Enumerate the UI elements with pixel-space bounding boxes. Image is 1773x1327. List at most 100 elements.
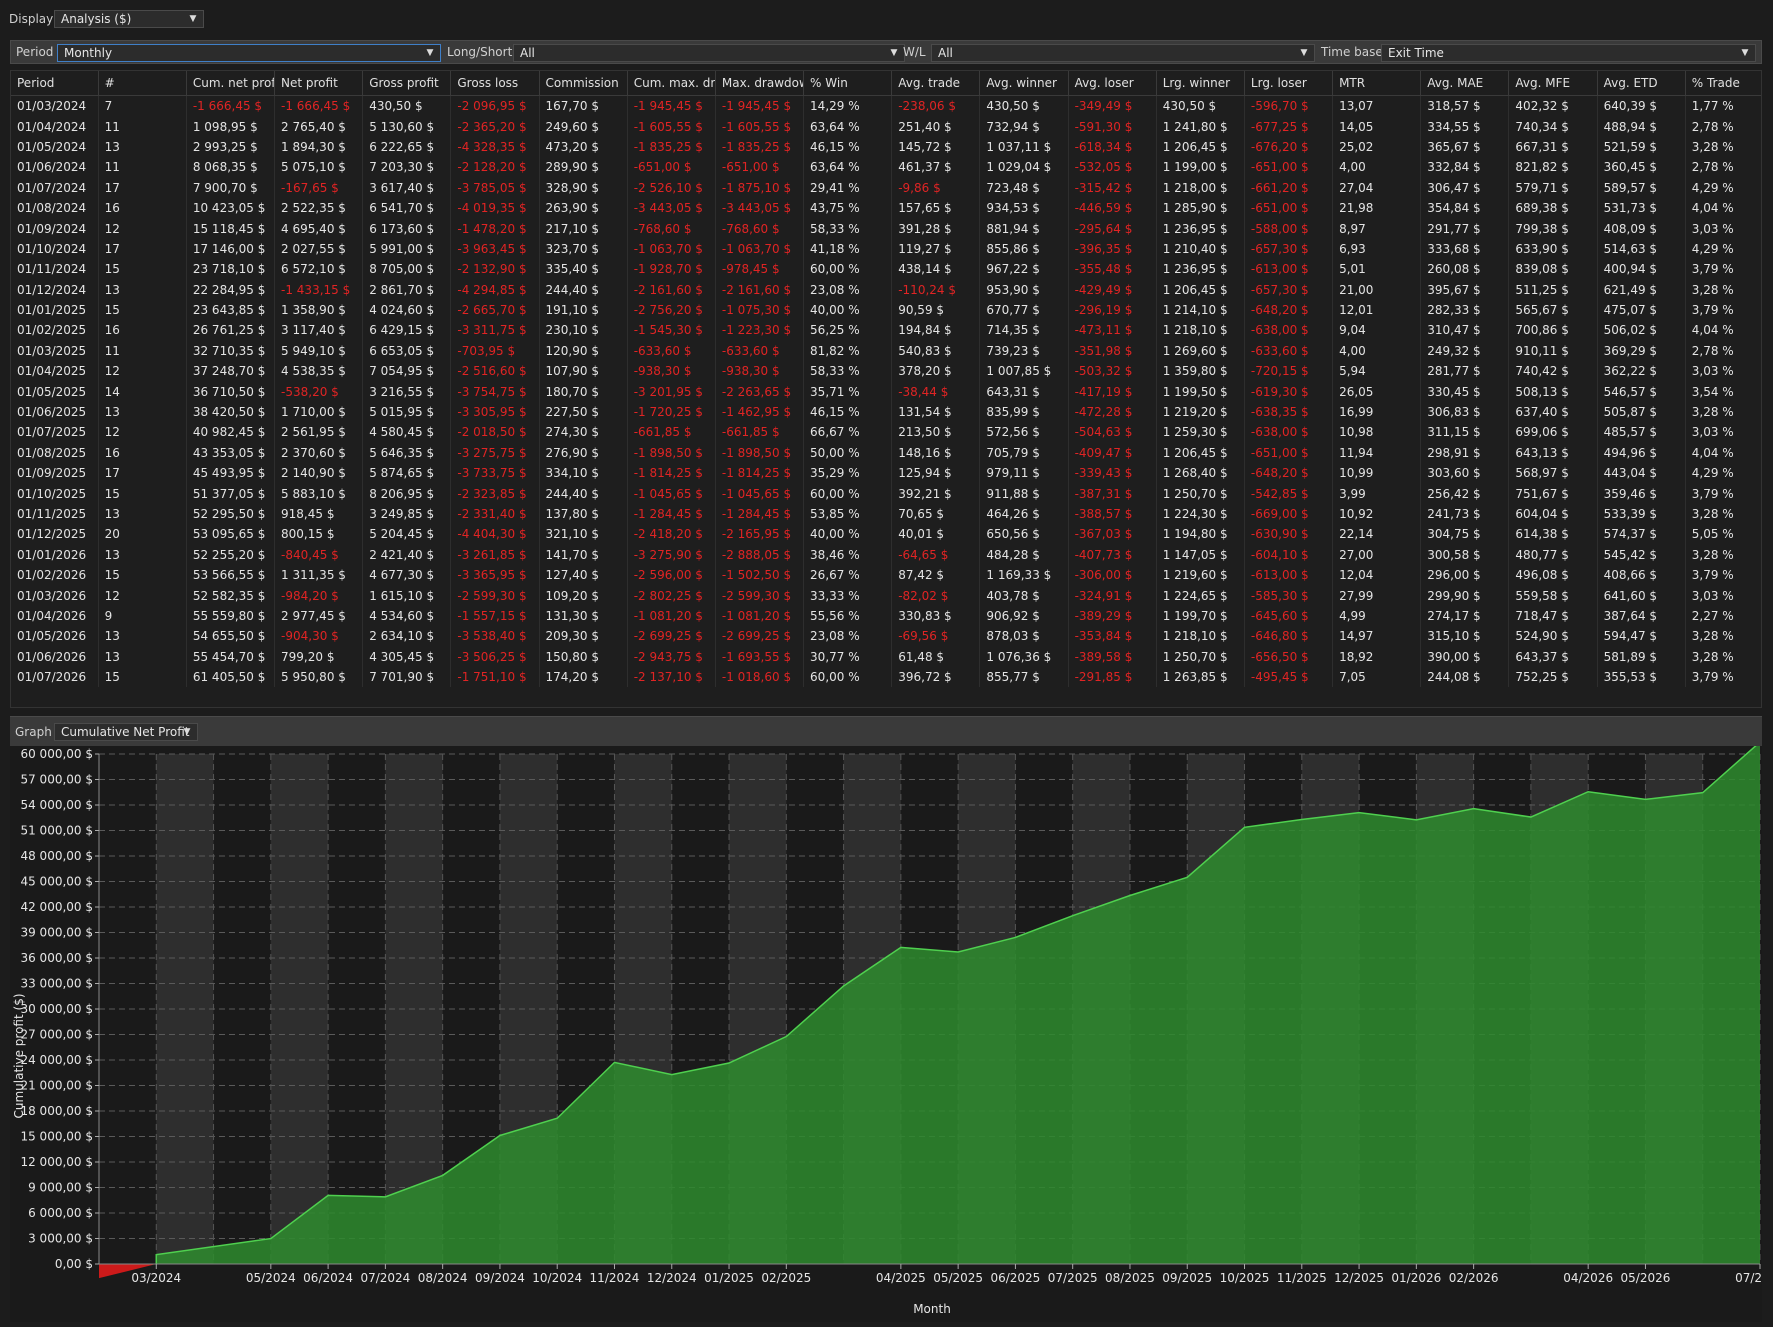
table-row[interactable]: 01/07/2024 17 7 900,70 $ -167,65 $3 617,40 …: [11, 177, 1761, 198]
table-row[interactable]: 01/05/2026 13 54 655,50 $ -904,30 $2 634,10…: [11, 626, 1761, 647]
table-cell: 194,84 $: [891, 320, 981, 341]
x-tick-label: 12/2025: [1334, 1271, 1384, 1285]
column-header[interactable]: Avg. MFE: [1508, 71, 1598, 96]
table-cell: 531,73 $: [1597, 197, 1686, 219]
table-row[interactable]: 01/05/2024 13 2 993,25 $1 894,30 $6 222,65…: [11, 136, 1761, 158]
cumulative-profit-chart[interactable]: 0,00 $ 3 000,00 $ 6 000,00 $ 9 000,00 $ 12 0…: [10, 741, 1773, 1322]
table-row[interactable]: 01/07/2025 12 40 982,45 $2 561,95 $4 580,4…: [11, 422, 1761, 443]
table-cell: -2 599,30 $: [450, 585, 540, 606]
table-cell: -3 311,75 $: [450, 320, 540, 341]
table-cell: 10,98: [1332, 422, 1422, 443]
table-row[interactable]: 01/03/2024 7 -1 666,45 $ -1 666,45 $430,50 …: [11, 95, 1761, 117]
table-row[interactable]: 01/06/2025 13 38 420,50 $1 710,00 $5 015,9…: [11, 401, 1761, 423]
column-header[interactable]: Avg. loser: [1068, 71, 1157, 96]
table-cell: 27,04: [1332, 177, 1422, 198]
column-header[interactable]: MTR: [1332, 71, 1422, 96]
table-cell: 16: [98, 442, 187, 464]
table-cell: 3,28 %: [1685, 503, 1761, 525]
column-header[interactable]: Avg. winner: [979, 71, 1069, 96]
table-row[interactable]: 01/01/2025 15 23 643,85 $1 358,90 $4 024,6…: [11, 299, 1761, 321]
graph-select[interactable]: Cumulative Net Profit ▼: [54, 723, 198, 741]
column-header[interactable]: Avg. ETD: [1597, 71, 1686, 96]
table-row[interactable]: 01/04/2025 12 37 248,70 $4 538,35 $7 054,9…: [11, 361, 1761, 382]
column-header[interactable]: Gross loss: [450, 71, 540, 96]
column-header[interactable]: % Trade: [1685, 71, 1761, 96]
table-row[interactable]: 01/12/2025 20 53 095,65 $800,15 $5 204,45 …: [11, 524, 1761, 545]
table-cell: -3 733,75 $: [450, 463, 540, 484]
table-row[interactable]: 01/10/2024 17 17 146,00 $2 027,55 $5 991,0…: [11, 238, 1761, 260]
column-header[interactable]: Max. drawdow: [715, 71, 805, 96]
table-cell: -1 284,45 $: [715, 503, 805, 525]
table-row[interactable]: 01/02/2026 15 53 566,55 $1 311,35 $4 677,3…: [11, 564, 1761, 586]
table-row[interactable]: 01/02/2025 16 26 761,25 $3 117,40 $6 429,1…: [11, 320, 1761, 341]
table-cell: 60,00 %: [803, 483, 893, 504]
table-cell: 13: [98, 136, 187, 158]
table-row[interactable]: 01/08/2025 16 43 353,05 $2 370,60 $5 646,3…: [11, 442, 1761, 464]
column-header[interactable]: #: [98, 71, 187, 96]
table-cell: -646,80 $: [1244, 626, 1334, 647]
column-header[interactable]: Gross profit: [362, 71, 452, 96]
table-row[interactable]: 01/03/2026 12 52 582,35 $ -984,20 $1 615,10…: [11, 585, 1761, 606]
table-cell: 621,49 $: [1597, 279, 1686, 300]
table-row[interactable]: 01/12/2024 13 22 284,95 $ -1 433,15 $2 861,…: [11, 279, 1761, 300]
table-cell: -978,45 $: [715, 259, 805, 280]
column-header[interactable]: Avg. MAE: [1420, 71, 1510, 96]
column-header[interactable]: Cum. net profi: [186, 71, 276, 96]
table-cell: 87,42 $: [891, 564, 981, 586]
column-header[interactable]: Net profit: [274, 71, 364, 96]
analysis-table[interactable]: Period # Cum. net profi Net profit Gross pro…: [10, 70, 1762, 708]
table-cell: 579,71 $: [1508, 177, 1598, 198]
table-cell: 01/05/2026: [11, 626, 99, 647]
column-header[interactable]: Avg. trade: [891, 71, 981, 96]
table-cell: 18,92: [1332, 646, 1422, 667]
table-cell: 15 118,45 $: [186, 218, 276, 239]
display-select[interactable]: Analysis ($) ▼: [54, 10, 204, 28]
table-row[interactable]: 01/10/2025 15 51 377,05 $5 883,10 $8 206,9…: [11, 483, 1761, 504]
win-loss-select[interactable]: All ▼: [931, 44, 1315, 62]
table-cell: 145,72 $: [891, 136, 981, 158]
column-header[interactable]: Period: [11, 71, 99, 96]
table-row[interactable]: 01/04/2024 11 1 098,95 $2 765,40 $5 130,60…: [11, 116, 1761, 137]
long-short-select[interactable]: All ▼: [513, 44, 905, 62]
column-header[interactable]: Lrg. loser: [1244, 71, 1334, 96]
y-tick-label: 39 000,00 $: [20, 926, 93, 940]
table-cell: -167,65 $: [274, 177, 364, 198]
table-cell: -648,20 $: [1244, 463, 1334, 484]
table-row[interactable]: 01/06/2024 11 8 068,35 $5 075,10 $7 203,30…: [11, 157, 1761, 178]
column-header[interactable]: Lrg. winner: [1156, 71, 1245, 96]
column-header[interactable]: % Win: [803, 71, 893, 96]
table-row[interactable]: 01/11/2024 15 23 718,10 $6 572,10 $8 705,0…: [11, 259, 1761, 280]
table-cell: 01/06/2024: [11, 157, 99, 178]
period-select[interactable]: Monthly ▼: [57, 44, 441, 62]
y-axis-title: Cumulative profit ($): [12, 993, 26, 1118]
table-cell: 5,01: [1332, 259, 1422, 280]
table-row[interactable]: 01/07/2026 15 61 405,50 $5 950,80 $7 701,9…: [11, 666, 1761, 688]
table-cell: -1 018,60 $: [715, 666, 805, 688]
column-header[interactable]: Commission: [539, 71, 628, 96]
table-row[interactable]: 01/03/2025 11 32 710,35 $5 949,10 $6 653,0…: [11, 340, 1761, 362]
table-cell: 839,08 $: [1508, 259, 1598, 280]
table-cell: -4 294,85 $: [450, 279, 540, 300]
time-base-select[interactable]: Exit Time ▼: [1381, 44, 1756, 62]
table-row[interactable]: 01/09/2024 12 15 118,45 $4 695,40 $6 173,6…: [11, 218, 1761, 239]
table-row[interactable]: 01/11/2025 13 52 295,50 $918,45 $3 249,85 …: [11, 503, 1761, 525]
table-cell: 3,99: [1332, 483, 1422, 504]
table-row[interactable]: 01/01/2026 13 52 255,20 $ -840,45 $2 421,40…: [11, 544, 1761, 565]
table-cell: 191,10 $: [539, 299, 628, 321]
table-row[interactable]: 01/06/2026 13 55 454,70 $799,20 $4 305,45 …: [11, 646, 1761, 667]
table-cell: 3,28 %: [1685, 401, 1761, 423]
table-cell: 41,18 %: [803, 238, 893, 260]
table-row[interactable]: 01/04/2026 9 55 559,80 $2 977,45 $4 534,60…: [11, 605, 1761, 627]
table-row[interactable]: 01/08/2024 16 10 423,05 $2 522,35 $6 541,7…: [11, 197, 1761, 219]
table-row[interactable]: 01/05/2025 14 36 710,50 $ -538,20 $3 216,55…: [11, 381, 1761, 402]
table-cell: 43,75 %: [803, 197, 893, 219]
column-header[interactable]: Cum. max. dra: [627, 71, 716, 96]
table-cell: 3,03 %: [1685, 361, 1761, 382]
table-cell: -1 605,55 $: [627, 116, 716, 137]
table-cell: 13: [98, 544, 187, 565]
table-row[interactable]: 01/09/2025 17 45 493,95 $2 140,90 $5 874,6…: [11, 463, 1761, 484]
table-cell: 1 359,80 $: [1156, 361, 1245, 382]
x-tick-label: 07/2026: [1735, 1271, 1762, 1285]
table-cell: 01/05/2024: [11, 136, 99, 158]
x-tick-label: 12/2024: [647, 1271, 697, 1285]
